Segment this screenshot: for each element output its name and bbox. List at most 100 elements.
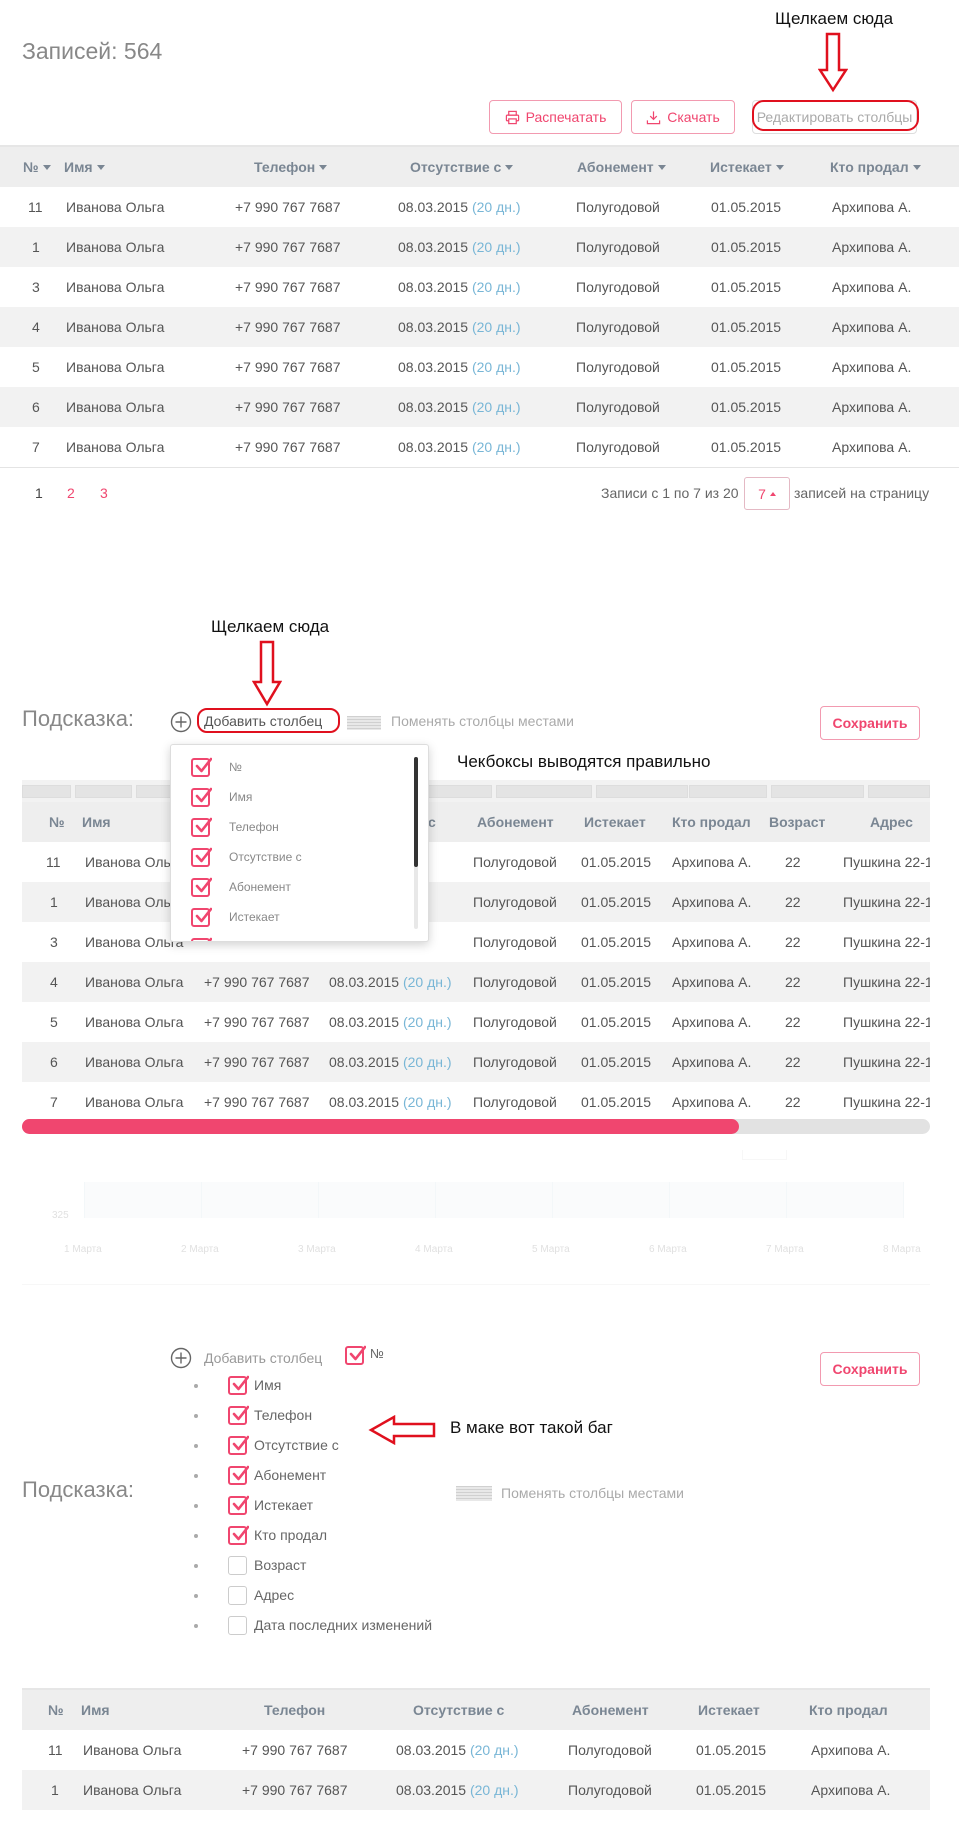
page-link-2[interactable]: 2 xyxy=(67,485,75,501)
checkbox-unchecked[interactable] xyxy=(228,1586,247,1605)
cell-subscription: Полугодовой xyxy=(576,439,660,455)
download-button[interactable]: Скачать xyxy=(631,100,735,134)
table-row[interactable]: 4 Иванова Ольга +7 990 767 7687 08.03.2015 … xyxy=(22,962,930,1002)
column-header-number[interactable]: № xyxy=(48,1690,64,1730)
page-link-1[interactable]: 1 xyxy=(35,485,43,501)
checkbox-checked[interactable] xyxy=(228,1375,249,1395)
checkbox-checked[interactable] xyxy=(228,1525,249,1545)
checkbox-unchecked[interactable] xyxy=(228,1556,247,1575)
dropdown-item[interactable]: Истекает xyxy=(171,905,411,931)
table-row[interactable]: 11 Иванова Ольга +7 990 767 7687 08.03.2015… xyxy=(22,1730,930,1770)
page-link-3[interactable]: 3 xyxy=(100,485,108,501)
download-button-label: Скачать xyxy=(667,109,720,125)
checkbox-checked[interactable] xyxy=(228,1495,249,1515)
dropdown-scrollbar[interactable] xyxy=(414,757,418,929)
column-header-expires[interactable]: Истекает xyxy=(584,802,646,842)
table-row[interactable]: 6 Иванова Ольга +7 990 767 7687 08.03.2015 … xyxy=(22,1042,930,1082)
hint-label-3: Подсказка: xyxy=(22,1477,135,1502)
swap-columns-button[interactable]: Поменять столбцы местами xyxy=(391,713,574,729)
cell-phone: +7 990 767 7687 xyxy=(235,239,341,255)
column-header-phone[interactable]: Телефон xyxy=(264,1690,325,1730)
column-drag-bar[interactable] xyxy=(596,785,688,798)
column-header-subscription[interactable]: Абонемент xyxy=(577,147,666,187)
dropdown-item[interactable]: Имя xyxy=(171,785,411,811)
checkbox-checked[interactable] xyxy=(228,1405,249,1425)
column-header-expires[interactable]: Истекает xyxy=(710,147,784,187)
table-header-3: № Имя Телефон Отсутствие с Абонемент Ист… xyxy=(22,1688,930,1730)
checkbox-checked[interactable] xyxy=(191,757,212,777)
column-drag-bar[interactable] xyxy=(868,785,930,798)
checkbox-checked[interactable] xyxy=(191,847,212,867)
per-page-select[interactable]: 7 xyxy=(744,477,790,510)
table-row[interactable]: 1 Иванова Ольга +7 990 767 7687 08.03.2015 … xyxy=(0,227,959,267)
print-button[interactable]: Распечатать xyxy=(489,100,622,134)
cell-expires: 01.05.2015 xyxy=(711,359,782,375)
dropdown-item[interactable]: Кто продавал xyxy=(171,935,411,941)
column-header-name[interactable]: Имя xyxy=(64,147,105,187)
dropdown-item[interactable]: Отсутствие с xyxy=(171,845,411,871)
checklist-label: Дата последних изменений xyxy=(254,1617,433,1633)
column-header-subscription[interactable]: Абонемент xyxy=(477,802,554,842)
table-row[interactable]: 1 Иванова Ольга +7 990 767 7687 08.03.2015 … xyxy=(22,1770,930,1810)
column-header-seller[interactable]: Кто продал xyxy=(830,147,921,187)
column-header-seller[interactable]: Кто продал xyxy=(809,1690,888,1730)
column-header-expires[interactable]: Истекает xyxy=(698,1690,760,1730)
editable-table: № Имя с Абонемент Истекает Кто продал Во… xyxy=(22,780,930,1110)
column-header-address[interactable]: Адрес xyxy=(870,802,913,842)
column-header-subscription[interactable]: Абонемент xyxy=(572,1690,649,1730)
table-row[interactable]: 7 Иванова Ольга +7 990 767 7687 08.03.2015 … xyxy=(22,1082,930,1110)
cell-seller: Архипова А. xyxy=(832,399,912,415)
table-row[interactable]: 3 Иванова Ольга +7 990 767 7687 08.03.2015 … xyxy=(0,267,959,307)
checkbox-unchecked[interactable] xyxy=(228,1616,247,1635)
checkbox-checked[interactable] xyxy=(191,937,212,941)
table-row[interactable]: 11 Иванова Ольга +7 990 767 7687 08.03.2015… xyxy=(0,187,959,227)
dropdown-item[interactable]: Телефон xyxy=(171,815,411,841)
dropdown-item[interactable]: № xyxy=(171,755,411,781)
table-row[interactable]: 6 Иванова Ольга +7 990 767 7687 08.03.2015 … xyxy=(0,387,959,427)
checkbox-number[interactable] xyxy=(345,1345,366,1365)
table-row[interactable]: 11Иванова Ольгадн.)Полугодовой01.05.2015… xyxy=(22,842,930,882)
dropdown-item[interactable]: Абонемент xyxy=(171,875,411,901)
table-row[interactable]: 5 Иванова Ольга +7 990 767 7687 08.03.2015 … xyxy=(22,1002,930,1042)
column-drag-bar[interactable] xyxy=(75,785,132,798)
table-row[interactable]: 4 Иванова Ольга +7 990 767 7687 08.03.2015 … xyxy=(0,307,959,347)
table-row[interactable]: 3 Иванова Ольга Полугодовой 01.05.2015 Архип… xyxy=(22,922,930,962)
add-column-button-3[interactable]: Добавить столбец xyxy=(204,1350,322,1366)
cell-phone: +7 990 767 7687 xyxy=(204,974,310,990)
dropdown-scrollbar-thumb[interactable] xyxy=(414,757,418,867)
horizontal-scrollbar[interactable] xyxy=(22,1119,930,1134)
column-header-name[interactable]: Имя xyxy=(81,1690,110,1730)
checkbox-checked[interactable] xyxy=(191,787,212,807)
table-row[interactable]: 5 Иванова Ольга +7 990 767 7687 08.03.2015 … xyxy=(0,347,959,387)
column-header-name[interactable]: Имя xyxy=(82,802,111,842)
checkbox-checked[interactable] xyxy=(228,1435,249,1455)
column-drag-bar[interactable] xyxy=(689,785,767,798)
checkbox-checked[interactable] xyxy=(228,1465,249,1485)
checkbox-checked[interactable] xyxy=(191,877,212,897)
table-row[interactable]: 7 Иванова Ольга +7 990 767 7687 08.03.2015 … xyxy=(0,427,959,467)
checkbox-checked[interactable] xyxy=(191,817,212,837)
table-row[interactable]: 1Иванова Ольгадн.)Полугодовой01.05.2015А… xyxy=(22,882,930,922)
column-header-phone[interactable]: Телефон xyxy=(254,147,328,187)
plus-circle-icon[interactable] xyxy=(170,711,192,733)
column-header-absent[interactable]: Отсутствие с xyxy=(410,147,514,187)
column-drag-bar[interactable] xyxy=(22,785,71,798)
cell-subscription: Полугодовой xyxy=(568,1782,652,1798)
column-header-absent[interactable]: Отсутствие с xyxy=(413,1690,504,1730)
cell-number: 6 xyxy=(32,399,40,415)
column-drag-bar[interactable] xyxy=(496,785,592,798)
column-header-age[interactable]: Возраст xyxy=(769,802,825,842)
column-header-seller[interactable]: Кто продал xyxy=(672,802,751,842)
save-button-3[interactable]: Сохранить xyxy=(820,1352,920,1386)
column-header-number[interactable]: № xyxy=(23,147,51,187)
faded-ytick: 325 xyxy=(52,1210,69,1221)
plus-circle-icon[interactable] xyxy=(170,1347,192,1369)
cell-age: 22 xyxy=(785,974,801,990)
column-header-number[interactable]: № xyxy=(49,802,65,842)
scrollbar-thumb[interactable] xyxy=(22,1119,740,1134)
save-button-2[interactable]: Сохранить xyxy=(820,706,920,740)
swap-columns-button-3[interactable]: Поменять столбцы местами xyxy=(501,1485,684,1501)
column-drag-bar[interactable] xyxy=(771,785,864,798)
checkbox-checked[interactable] xyxy=(191,907,212,927)
dropdown-item-label: Истекает xyxy=(229,910,280,924)
